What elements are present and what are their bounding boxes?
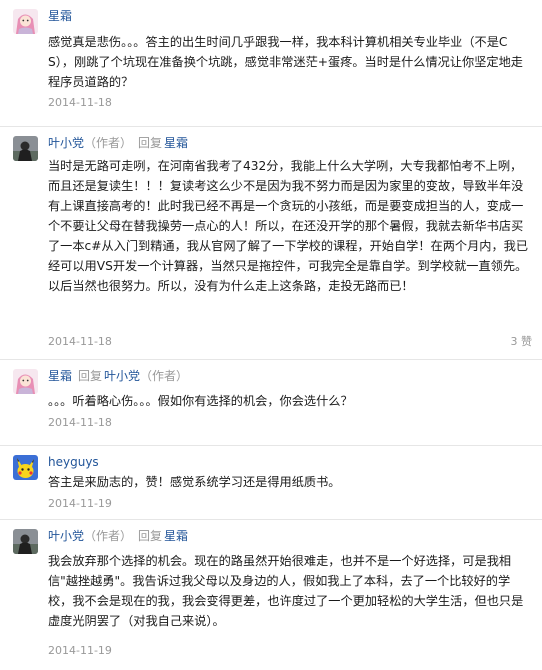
pikachu-avatar[interactable] [13,455,38,480]
like-count[interactable]: 3 赞 [511,335,533,349]
pink-girl-avatar[interactable] [13,369,38,394]
reply-label: 回复 [78,369,103,383]
comment-meta: 2014-11-18 [48,96,532,110]
author-badge: （作者） [140,369,189,383]
author-badge: （作者） [84,529,133,543]
reply-target-link[interactable]: 星霜 [164,136,188,150]
pink-girl-avatar[interactable] [13,9,38,34]
reply-label: 回复 [138,136,163,150]
reply-label: 回复 [138,529,163,543]
comment-text: 我会放弃那个选择的机会。现在的路虽然开始很难走，也并不是一个好选择，可是我相信"… [48,554,524,628]
username-link[interactable]: heyguys [48,455,99,469]
comment-text: 。。。听着略心伤。。。假如你有选择的机会，你会选什么？ [48,394,353,408]
reply-target-link[interactable]: 叶小党 [104,369,140,383]
comment-thread: 星霜 感觉真是悲伤。。。答主的出生时间几乎跟我一样，我本科计算机相关专业毕业（不… [0,0,542,670]
comment-header: 叶小党（作者） 回复 星霜 [48,135,188,151]
comment-header: 星霜 [48,8,72,24]
comment-date: 2014-11-19 [48,497,112,510]
comment-text: 感觉真是悲伤。。。答主的出生时间几乎跟我一样，我本科计算机相关专业毕业（不是CS… [48,35,523,89]
username-link[interactable]: 星霜 [48,9,72,23]
comment-header: 星霜 回复 叶小党（作者） [48,368,188,384]
comment-text: 答主是来励志的，赞！感觉系统学习还是得用纸质书。 [48,475,341,489]
dark-figure-avatar[interactable] [13,529,38,554]
comment-item: 叶小党（作者） 回复 星霜 当时是无路可走咧，在河南省我考了432分，我能上什么大学… [0,127,542,360]
comment-date: 2014-11-18 [48,416,112,429]
username-link[interactable]: 叶小党 [48,529,84,543]
author-badge: （作者） [84,136,133,150]
comment-item: 星霜 回复 叶小党（作者） 。。。听着略心伤。。。假如你有选择的机会，你会选什么？ … [0,360,542,446]
dark-figure-avatar[interactable] [13,136,38,161]
comment-header: 叶小党（作者） 回复 星霜 [48,528,188,544]
comment-item: 星霜 感觉真是悲伤。。。答主的出生时间几乎跟我一样，我本科计算机相关专业毕业（不… [0,0,542,127]
comment-meta: 2014-11-19 [48,497,532,511]
username-link[interactable]: 星霜 [48,369,72,383]
comment-meta: 2014-11-18 3 赞 [48,335,532,349]
comment-date: 2014-11-18 [48,335,112,348]
comment-date: 2014-11-19 [48,644,112,657]
comment-item: 叶小党（作者） 回复 星霜 我会放弃那个选择的机会。现在的路虽然开始很难走，也并不是… [0,520,542,670]
comment-text: 当时是无路可走咧，在河南省我考了432分，我能上什么大学咧，大专我都怕考不上咧，… [48,159,529,293]
username-link[interactable]: 叶小党 [48,136,84,150]
comment-header: heyguys [48,454,99,470]
reply-target-link[interactable]: 星霜 [164,529,188,543]
comment-meta: 2014-11-18 [48,416,532,430]
comment-meta: 2014-11-19 [48,644,532,658]
comment-date: 2014-11-18 [48,96,112,109]
comment-item: heyguys 答主是来励志的，赞！感觉系统学习还是得用纸质书。 2014-11… [0,446,542,520]
